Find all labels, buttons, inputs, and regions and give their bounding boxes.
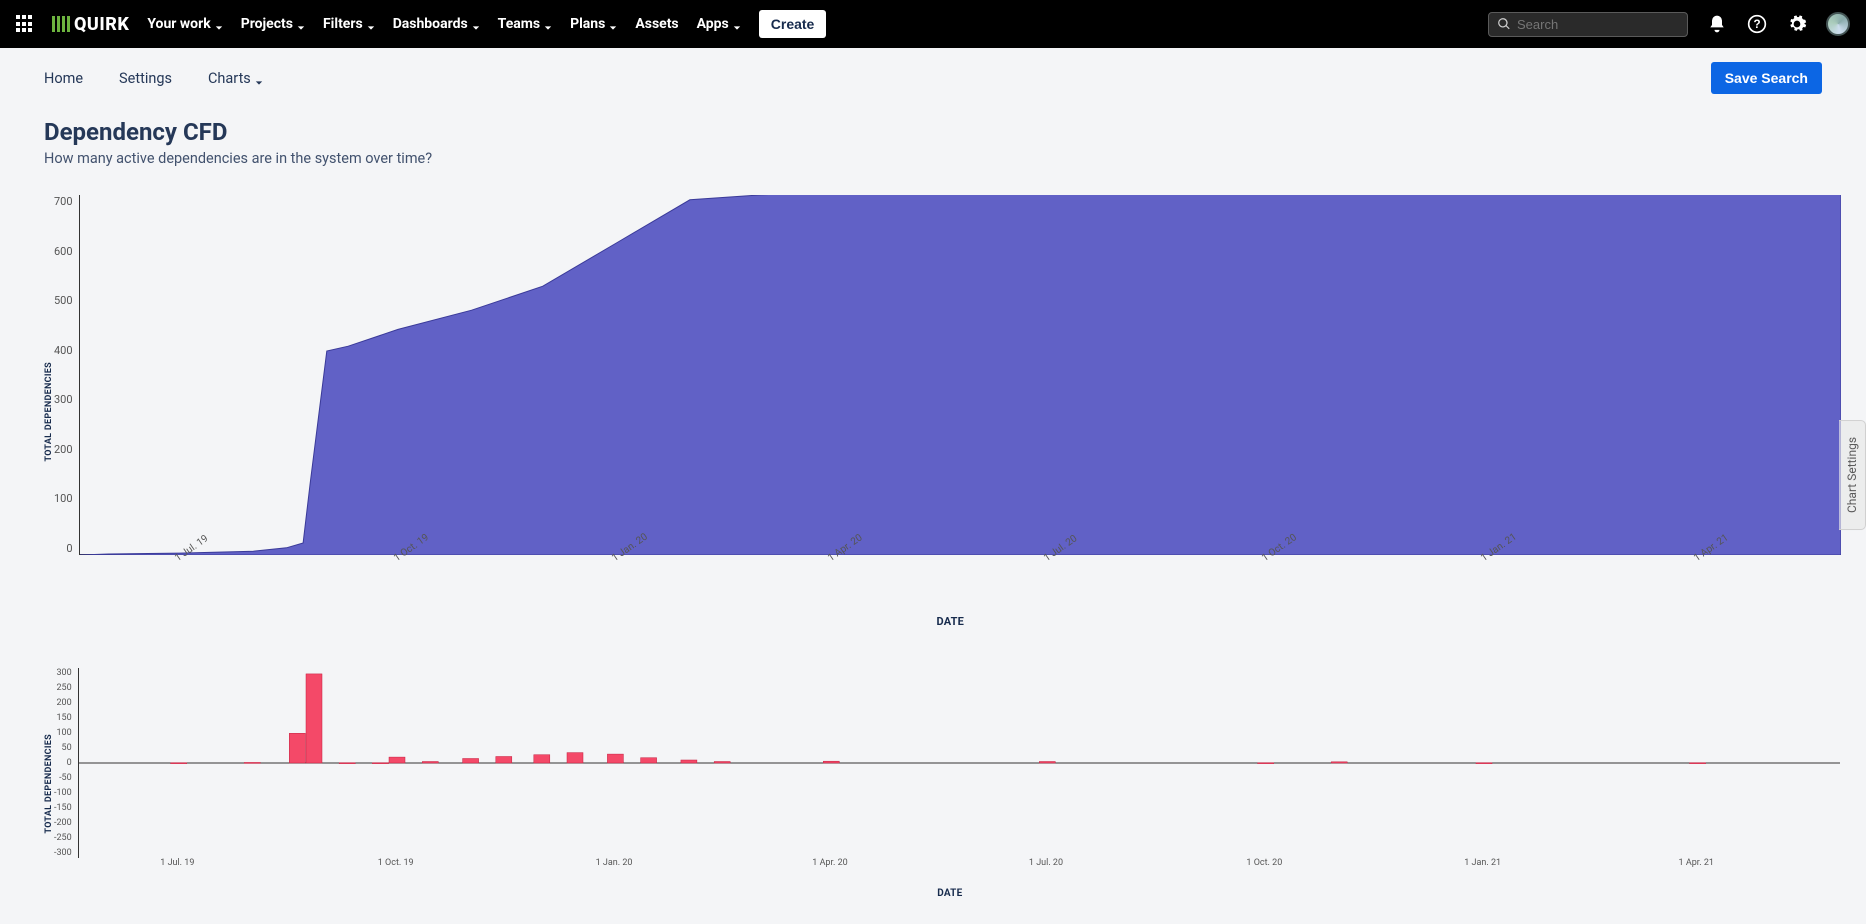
nav-your-work[interactable]: Your work xyxy=(147,16,222,32)
page-subtitle: How many active dependencies are in the … xyxy=(44,150,1822,167)
chevron-down-icon xyxy=(472,20,480,28)
chevron-down-icon xyxy=(544,20,552,28)
nav-apps[interactable]: Apps xyxy=(697,16,741,32)
delta-chart: TOTAL DEPENDENCIES 300250200150100500-50… xyxy=(0,628,1866,899)
chart-settings-tab[interactable]: Chart Settings xyxy=(1839,420,1866,530)
notifications-icon[interactable] xyxy=(1706,13,1728,35)
chevron-down-icon xyxy=(215,20,223,28)
search-box[interactable] xyxy=(1488,12,1688,37)
page-header: Dependency CFD How many active dependenc… xyxy=(0,94,1866,175)
y-axis-label: TOTAL DEPENDENCIES xyxy=(44,358,54,466)
subnav-settings[interactable]: Settings xyxy=(119,70,172,87)
settings-icon[interactable] xyxy=(1786,13,1808,35)
chart-plot-area[interactable] xyxy=(79,195,1822,555)
top-navigation: QUIRK Your work Projects Filters Dashboa… xyxy=(0,0,1866,48)
nav-assets[interactable]: Assets xyxy=(635,16,678,32)
sub-navigation: Home Settings Charts Save Search xyxy=(0,48,1866,94)
y-axis-ticks: 7006005004003002001000 xyxy=(54,195,79,555)
y-axis-ticks: 300250200150100500-50-100-150-200-250-30… xyxy=(54,668,78,858)
chart-plot-area[interactable] xyxy=(78,668,1822,858)
nav-projects[interactable]: Projects xyxy=(241,16,305,32)
nav-filters[interactable]: Filters xyxy=(323,16,375,32)
page-title: Dependency CFD xyxy=(44,118,1822,146)
search-input[interactable] xyxy=(1517,17,1679,32)
help-icon[interactable]: ? xyxy=(1746,13,1768,35)
subnav-charts[interactable]: Charts xyxy=(208,70,263,87)
nav-dashboards[interactable]: Dashboards xyxy=(393,16,480,32)
save-search-button[interactable]: Save Search xyxy=(1711,62,1822,94)
chevron-down-icon xyxy=(609,20,617,28)
subnav-home[interactable]: Home xyxy=(44,70,83,87)
chevron-down-icon xyxy=(733,20,741,28)
x-axis-ticks: 1 Jul. 191 Oct. 191 Jan. 201 Apr. 201 Ju… xyxy=(78,858,1822,872)
x-axis-label: DATE xyxy=(79,615,1822,628)
chevron-down-icon xyxy=(255,74,263,82)
user-avatar[interactable] xyxy=(1826,12,1850,36)
chevron-down-icon xyxy=(367,20,375,28)
app-switcher-icon[interactable] xyxy=(16,15,34,33)
svg-text:?: ? xyxy=(1753,18,1760,31)
search-icon xyxy=(1497,17,1511,31)
brand-name: QUIRK xyxy=(74,14,129,35)
nav-plans[interactable]: Plans xyxy=(570,16,617,32)
x-axis-ticks: 1 Jul. 191 Oct. 191 Jan. 201 Apr. 201 Ju… xyxy=(79,555,1822,583)
chevron-down-icon xyxy=(297,20,305,28)
brand-logo[interactable]: QUIRK xyxy=(52,14,129,35)
nav-teams[interactable]: Teams xyxy=(498,16,552,32)
main-chart: TOTAL DEPENDENCIES 700600500400300200100… xyxy=(0,175,1866,628)
x-axis-label: DATE xyxy=(78,888,1822,899)
create-button[interactable]: Create xyxy=(759,10,827,38)
y-axis-label: TOTAL DEPENDENCIES xyxy=(44,730,54,838)
